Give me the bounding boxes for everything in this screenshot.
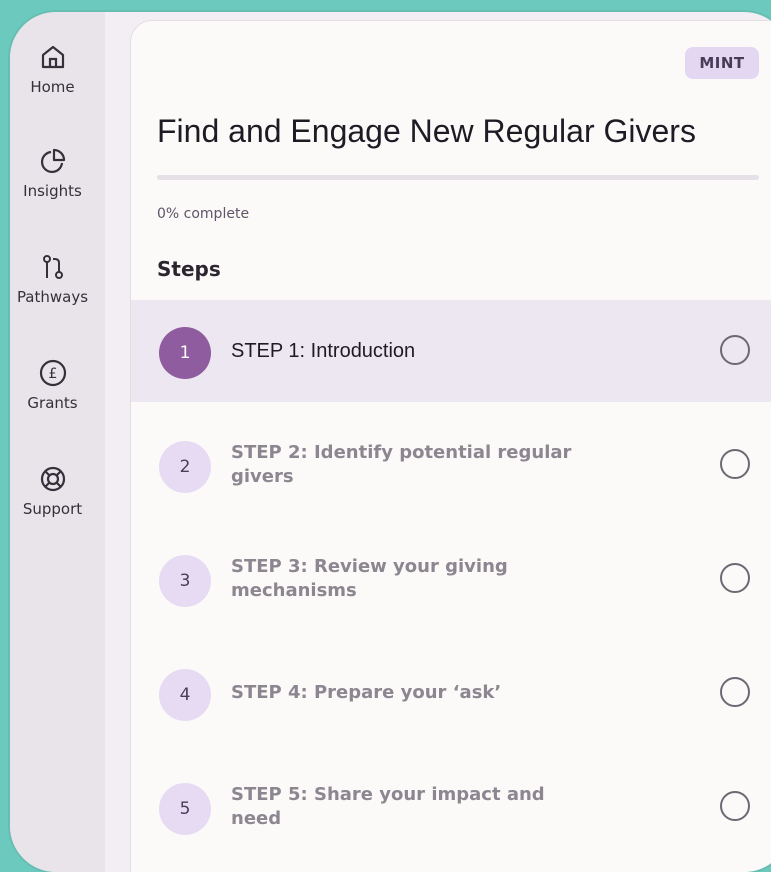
step-number: 5 [159, 783, 211, 835]
progress-label: 0% complete [157, 206, 250, 222]
pie-chart-icon [10, 146, 105, 176]
step-complete-radio[interactable] [720, 791, 750, 821]
app-frame: Home Insights Pathways £ Grants Support [10, 12, 771, 872]
step-row[interactable]: 1 STEP 1: Introduction [131, 300, 771, 402]
step-label: STEP 3: Review your giving mechanisms [231, 556, 508, 601]
step-complete-radio[interactable] [720, 677, 750, 707]
nav-home[interactable]: Home [10, 42, 105, 96]
lifebuoy-icon [10, 464, 105, 494]
step-label: STEP 1: Introduction [231, 340, 416, 362]
progress-bar [157, 175, 759, 180]
step-label: STEP 4: Prepare your ‘ask’ [231, 682, 502, 703]
svg-text:£: £ [48, 366, 57, 382]
step-complete-radio[interactable] [720, 335, 750, 365]
steps-heading: Steps [157, 257, 221, 281]
page-title: Find and Engage New Regular Givers [157, 113, 696, 149]
nav-pathways[interactable]: Pathways [10, 252, 105, 306]
level-badge: MINT [685, 47, 759, 79]
step-label: STEP 2: Identify potential regular giver… [231, 442, 572, 487]
nav-grants[interactable]: £ Grants [10, 358, 105, 412]
step-number: 3 [159, 555, 211, 607]
nav-home-label: Home [30, 78, 75, 96]
step-number: 4 [159, 669, 211, 721]
nav-support[interactable]: Support [10, 464, 105, 518]
step-row[interactable]: 2 STEP 2: Identify potential regular giv… [131, 414, 771, 516]
nav-insights-label: Insights [23, 182, 82, 200]
pathway-card: MINT Find and Engage New Regular Givers … [130, 20, 771, 872]
pathways-icon [10, 252, 105, 282]
pound-coin-icon: £ [10, 358, 105, 388]
step-complete-radio[interactable] [720, 449, 750, 479]
nav-support-label: Support [22, 500, 83, 518]
step-row[interactable]: 4 STEP 4: Prepare your ‘ask’ [131, 642, 771, 744]
step-number: 2 [159, 441, 211, 493]
step-number: 1 [159, 327, 211, 379]
step-row[interactable]: 3 STEP 3: Review your giving mechanisms [131, 528, 771, 630]
nav-grants-label: Grants [27, 394, 78, 412]
home-icon [10, 42, 105, 72]
sidebar: Home Insights Pathways £ Grants Support [10, 12, 105, 872]
nav-insights[interactable]: Insights [10, 146, 105, 200]
nav-pathways-label: Pathways [16, 288, 89, 306]
step-complete-radio[interactable] [720, 563, 750, 593]
